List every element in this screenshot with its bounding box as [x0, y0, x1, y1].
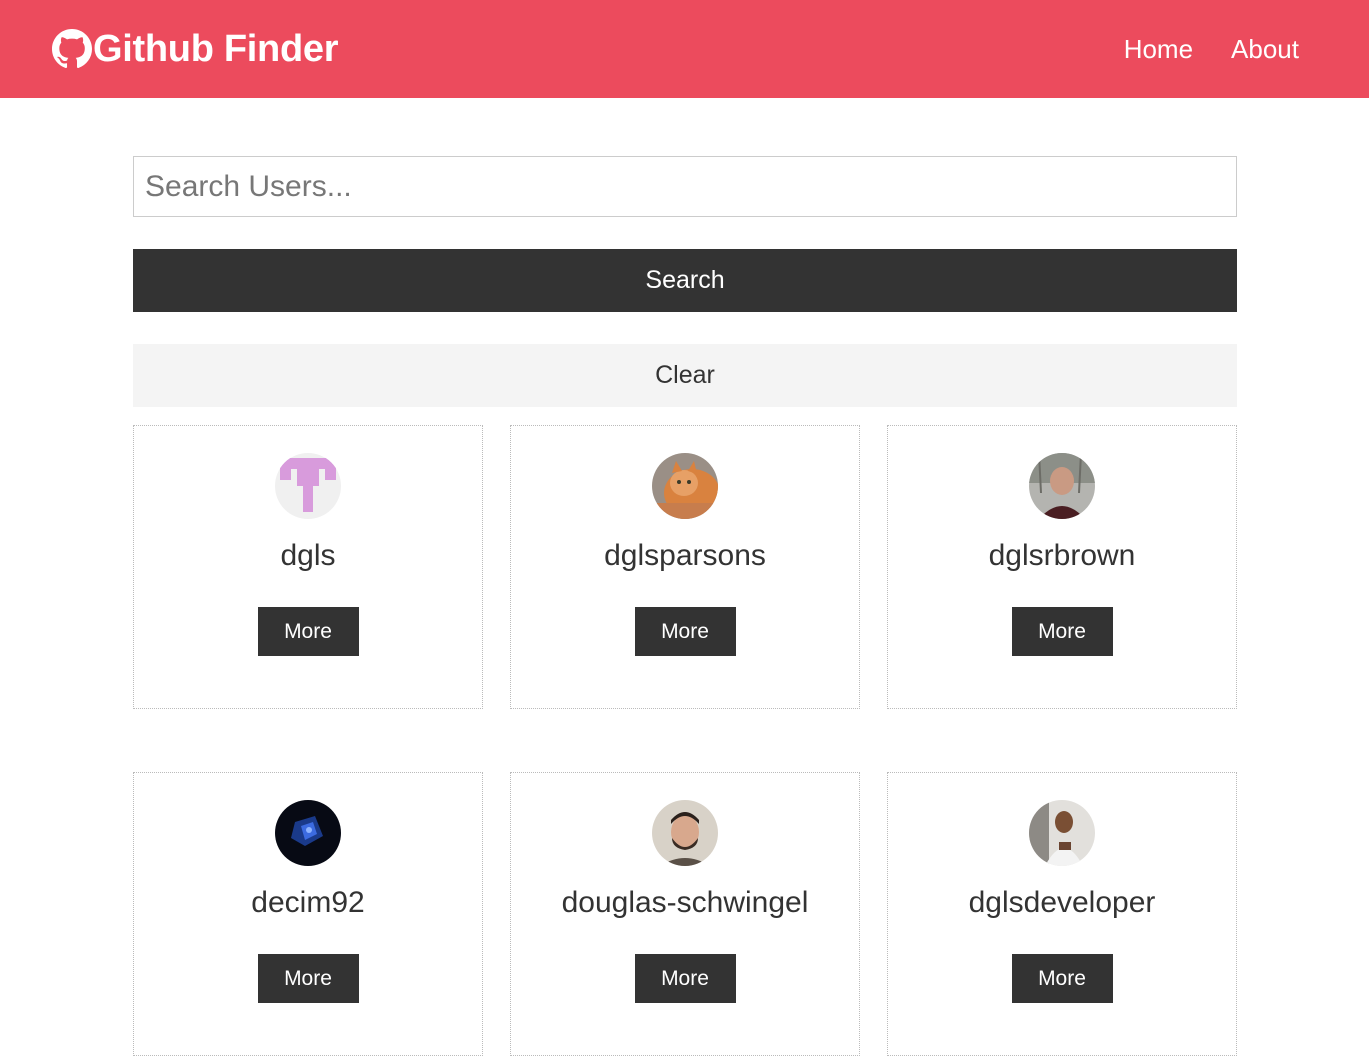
- cat-photo-avatar: [652, 453, 718, 519]
- user-card: dglsrbrown More: [887, 425, 1237, 709]
- users-grid: dgls More dglsparsons More dglsrbrown Mo…: [133, 425, 1237, 1056]
- username: decim92: [251, 886, 365, 919]
- more-button[interactable]: More: [634, 954, 736, 1003]
- user-card: decim92 More: [133, 772, 483, 1056]
- more-button[interactable]: More: [257, 607, 359, 656]
- person-photo-avatar: [652, 800, 718, 866]
- more-button[interactable]: More: [257, 954, 359, 1003]
- user-card: dglsparsons More: [510, 425, 860, 709]
- github-icon: [52, 29, 92, 69]
- user-card: dgls More: [133, 425, 483, 709]
- nav-link-about[interactable]: About: [1231, 34, 1299, 65]
- person-photo-avatar: [1029, 453, 1095, 519]
- brand-title: Github Finder: [93, 27, 339, 70]
- navbar: Github Finder Home About: [0, 0, 1369, 98]
- username: douglas-schwingel: [561, 886, 809, 919]
- username: dglsrbrown: [988, 539, 1136, 572]
- search-button[interactable]: Search: [133, 249, 1237, 312]
- identicon-avatar: [275, 453, 341, 519]
- user-card: douglas-schwingel More: [510, 772, 860, 1056]
- username: dglsdeveloper: [968, 886, 1156, 919]
- nav-links: Home About: [1124, 34, 1299, 65]
- more-button[interactable]: More: [1011, 954, 1113, 1003]
- more-button[interactable]: More: [634, 607, 736, 656]
- more-button[interactable]: More: [1011, 607, 1113, 656]
- person-photo-avatar: [1029, 800, 1095, 866]
- username: dglsparsons: [604, 539, 766, 572]
- search-input[interactable]: [133, 156, 1237, 217]
- brand[interactable]: Github Finder: [52, 28, 338, 71]
- clear-button[interactable]: Clear: [133, 344, 1237, 407]
- user-card: dglsdeveloper More: [887, 772, 1237, 1056]
- username: dgls: [280, 539, 336, 572]
- search-form: Search Clear: [133, 156, 1237, 407]
- nav-link-home[interactable]: Home: [1124, 34, 1193, 65]
- dark-abstract-avatar: [275, 800, 341, 866]
